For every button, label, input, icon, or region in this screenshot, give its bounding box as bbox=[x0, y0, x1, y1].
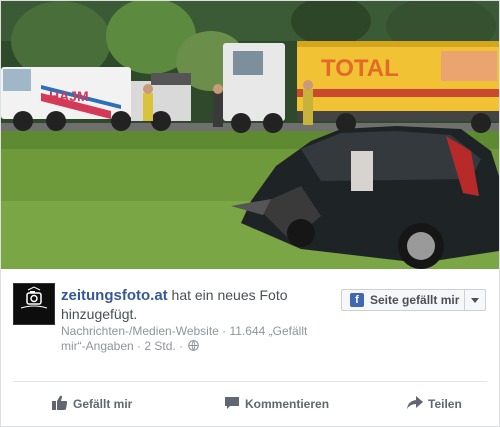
comment-icon bbox=[225, 397, 239, 409]
post-meta-text: Nachrichten-/Medien-Website · 11.644 „Ge… bbox=[61, 324, 308, 353]
like-page-dropdown[interactable] bbox=[465, 290, 485, 310]
post-headline: zeitungsfoto.at hat ein neues Foto hinzu… bbox=[61, 286, 323, 324]
like-page-button[interactable]: f Seite gefällt mir bbox=[342, 290, 464, 310]
like-action-label: Gefällt mir bbox=[73, 397, 133, 411]
share-action-button[interactable]: Teilen bbox=[406, 394, 476, 414]
caret-down-icon bbox=[471, 298, 479, 303]
post-meta: Nachrichten-/Medien-Website · 11.644 „Ge… bbox=[61, 324, 323, 354]
like-page-button-group: f Seite gefällt mir bbox=[341, 289, 486, 311]
post-photo[interactable]: HAJM TOTAL bbox=[1, 1, 499, 269]
like-page-label: Seite gefällt mir bbox=[370, 293, 460, 307]
post-actions-bar: Gefällt mir Kommentieren Teilen bbox=[1, 382, 499, 426]
post-header: zeitungsfoto.at hat ein neues Foto hinzu… bbox=[1, 269, 499, 381]
facebook-post-card: HAJM TOTAL zeitungsfoto.at hat ein neues… bbox=[0, 0, 500, 427]
comment-action-label: Kommentieren bbox=[245, 397, 330, 411]
truck-lettering: HAJM bbox=[49, 88, 89, 104]
share-action-label: Teilen bbox=[428, 397, 462, 411]
page-name-link[interactable]: zeitungsfoto.at bbox=[61, 287, 168, 304]
accident-scene-image: HAJM TOTAL bbox=[1, 1, 499, 269]
page-avatar[interactable] bbox=[13, 283, 55, 325]
trailer-lettering: TOTAL bbox=[321, 55, 399, 82]
thumbs-up-icon bbox=[52, 395, 68, 410]
facebook-f-icon: f bbox=[350, 293, 364, 307]
camera-logo-icon bbox=[14, 284, 54, 324]
comment-action-button[interactable]: Kommentieren bbox=[223, 394, 333, 414]
like-action-button[interactable]: Gefällt mir bbox=[51, 394, 141, 414]
share-arrow-icon bbox=[407, 396, 423, 409]
globe-icon[interactable] bbox=[188, 340, 200, 351]
